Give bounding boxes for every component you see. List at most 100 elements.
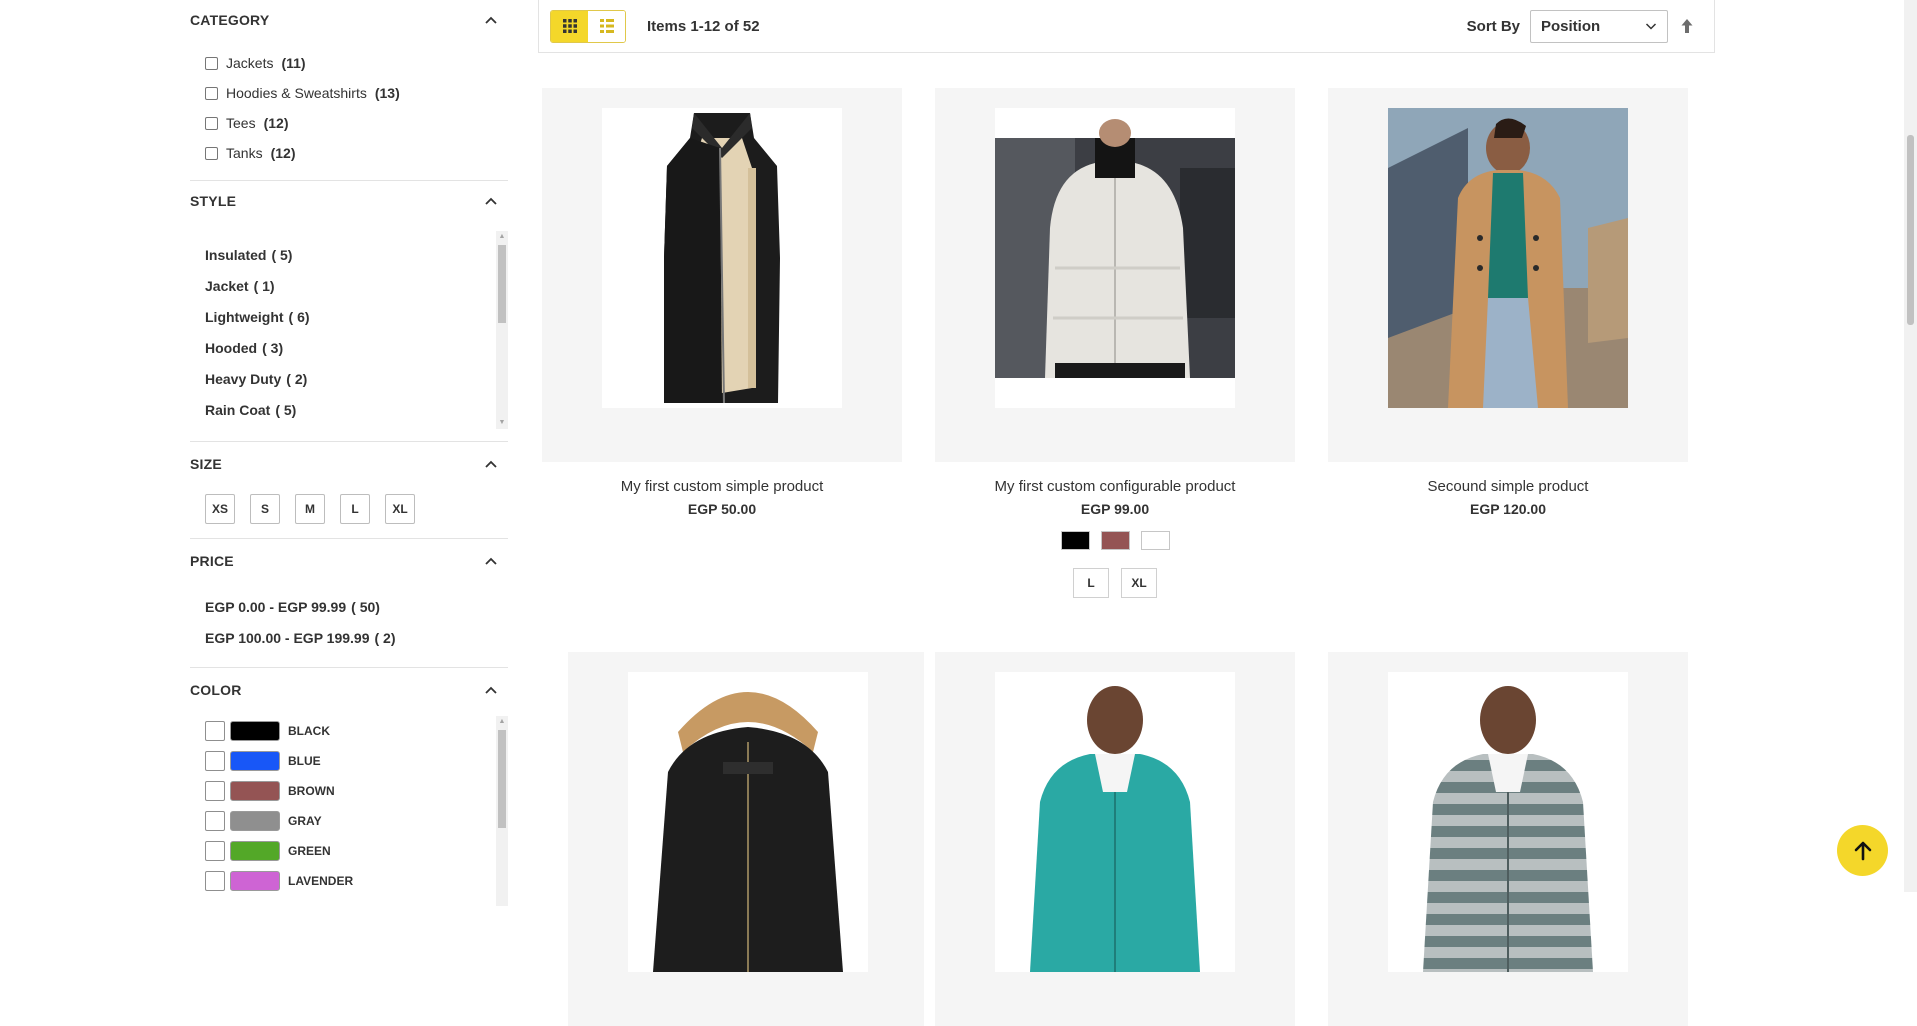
- style-item[interactable]: Lightweight( 6): [205, 301, 508, 332]
- size-option-xs[interactable]: XS: [205, 494, 236, 524]
- product-price: EGP 120.00: [1469, 501, 1547, 517]
- product-photo-teal-hoodie[interactable]: [995, 672, 1235, 972]
- page-scrollbar-thumb[interactable]: [1907, 135, 1914, 325]
- product-photo-camel-coat[interactable]: [1388, 108, 1628, 408]
- size-option-xl[interactable]: XL: [385, 494, 416, 524]
- style-item[interactable]: Hooded( 3): [205, 332, 508, 363]
- color-option-green[interactable]: GREEN: [205, 836, 508, 866]
- color-swatch: [230, 781, 280, 801]
- product-color-swatches: [935, 531, 1295, 550]
- product-item: [568, 652, 928, 1026]
- toolbar-amount: Items 1-12 of 52: [647, 17, 760, 35]
- product-image-container[interactable]: [1328, 88, 1688, 462]
- size-option-xl[interactable]: XL: [1121, 568, 1157, 598]
- size-filter-title[interactable]: SIZE: [190, 444, 508, 484]
- grid-view-button[interactable]: [551, 10, 588, 42]
- color-list: BLACK BLUE BROWN GRAY GREEN LAVENDER ▲: [205, 716, 508, 906]
- product-photo-black-vest[interactable]: [602, 108, 842, 408]
- style-filter-title[interactable]: STYLE: [190, 181, 508, 221]
- scroll-to-top-button[interactable]: [1837, 825, 1888, 876]
- size-option-m[interactable]: M: [295, 494, 326, 524]
- swatch-option-brown[interactable]: [1100, 531, 1130, 550]
- view-mode-switcher: [550, 9, 626, 43]
- style-list-scrollbar[interactable]: ▲ ▼: [496, 231, 508, 429]
- product-image-container[interactable]: [1328, 652, 1688, 1026]
- product-item: Secound simple product EGP 120.00: [1328, 88, 1688, 517]
- style-item[interactable]: Jacket( 1): [205, 270, 508, 301]
- color-option-black[interactable]: BLACK: [205, 716, 508, 746]
- filter-sidebar: CATEGORY Jackets (11) Hoodies & Sweatshi…: [190, 0, 508, 918]
- color-option-brown[interactable]: BROWN: [205, 776, 508, 806]
- category-item-tanks[interactable]: Tanks (12): [205, 138, 508, 168]
- chevron-down-icon: [1645, 23, 1657, 30]
- checkbox[interactable]: [205, 811, 225, 831]
- size-option-s[interactable]: S: [250, 494, 281, 524]
- color-list-scrollbar[interactable]: ▲: [496, 716, 508, 906]
- swatch-option-black[interactable]: [1060, 531, 1090, 550]
- checkbox[interactable]: [205, 841, 225, 861]
- checkbox[interactable]: [205, 146, 218, 160]
- color-swatch: [230, 811, 280, 831]
- color-filter: COLOR BLACK BLUE BROWN GRAY GREEN LAVEND…: [190, 670, 508, 906]
- scroll-up-arrow-icon[interactable]: ▲: [496, 716, 508, 728]
- checkbox[interactable]: [205, 781, 225, 801]
- category-filter: CATEGORY Jackets (11) Hoodies & Sweatshi…: [190, 0, 508, 181]
- product-image-container[interactable]: [935, 652, 1295, 1026]
- product-name-link[interactable]: Secound simple product: [1328, 478, 1688, 495]
- chevron-up-icon: [485, 686, 497, 694]
- product-name-link[interactable]: My first custom simple product: [542, 478, 902, 495]
- scroll-down-arrow-icon[interactable]: ▼: [496, 417, 508, 429]
- price-range-item[interactable]: EGP 0.00 - EGP 99.99( 50): [205, 591, 508, 622]
- category-item-jackets[interactable]: Jackets (11): [205, 48, 508, 78]
- product-photo-white-puffer[interactable]: [995, 108, 1235, 408]
- product-image-container[interactable]: [568, 652, 924, 1026]
- list-icon: [599, 19, 614, 33]
- size-option-l[interactable]: L: [1073, 568, 1109, 598]
- scrollbar-thumb[interactable]: [498, 245, 506, 323]
- product-photo-striped-hoodie[interactable]: [1388, 672, 1628, 972]
- chevron-up-icon: [485, 460, 497, 468]
- product-item: [1328, 652, 1688, 1026]
- checkbox[interactable]: [205, 721, 225, 741]
- chevron-up-icon: [485, 557, 497, 565]
- page-scrollbar[interactable]: [1904, 0, 1917, 892]
- category-filter-title[interactable]: CATEGORY: [190, 0, 508, 40]
- category-item-tees[interactable]: Tees (12): [205, 108, 508, 138]
- scroll-up-arrow-icon[interactable]: ▲: [496, 231, 508, 243]
- product-item: My first custom simple product EGP 50.00: [542, 88, 902, 517]
- price-range-item[interactable]: EGP 100.00 - EGP 199.99( 2): [205, 622, 508, 653]
- checkbox[interactable]: [205, 116, 218, 130]
- color-swatch: [230, 721, 280, 741]
- sort-by-label: Sort By: [1466, 17, 1520, 35]
- style-item[interactable]: Heavy Duty( 2): [205, 363, 508, 394]
- style-list: Insulated( 5) Jacket( 1) Lightweight( 6)…: [205, 231, 508, 429]
- product-image-container[interactable]: [542, 88, 902, 462]
- price-filter: PRICE EGP 0.00 - EGP 99.99( 50) EGP 100.…: [190, 541, 508, 668]
- chevron-up-icon: [485, 16, 497, 24]
- product-name-link[interactable]: My first custom configurable product: [935, 478, 1295, 495]
- checkbox[interactable]: [205, 871, 225, 891]
- product-photo-black-parka[interactable]: [628, 672, 868, 972]
- product-item: [935, 652, 1295, 1026]
- color-option-blue[interactable]: BLUE: [205, 746, 508, 776]
- swatch-option-white[interactable]: [1140, 531, 1170, 550]
- style-item[interactable]: Rain Coat( 5): [205, 394, 508, 425]
- color-filter-title[interactable]: COLOR: [190, 670, 508, 710]
- scrollbar-thumb[interactable]: [498, 730, 506, 828]
- color-swatch: [230, 871, 280, 891]
- color-swatch: [230, 751, 280, 771]
- price-filter-title[interactable]: PRICE: [190, 541, 508, 581]
- sort-direction-arrow-icon[interactable]: [1680, 17, 1694, 35]
- size-option-l[interactable]: L: [340, 494, 371, 524]
- list-view-button[interactable]: [588, 10, 625, 42]
- style-item[interactable]: Insulated( 5): [205, 239, 508, 270]
- size-filter: SIZE XS S M L XL: [190, 444, 508, 539]
- checkbox[interactable]: [205, 751, 225, 771]
- color-option-gray[interactable]: GRAY: [205, 806, 508, 836]
- checkbox[interactable]: [205, 56, 218, 70]
- product-image-container[interactable]: [935, 88, 1295, 462]
- sort-by-select[interactable]: Position: [1530, 9, 1668, 43]
- category-item-hoodies[interactable]: Hoodies & Sweatshirts (13): [205, 78, 508, 108]
- product-price: EGP 99.00: [1080, 501, 1150, 517]
- checkbox[interactable]: [205, 86, 218, 100]
